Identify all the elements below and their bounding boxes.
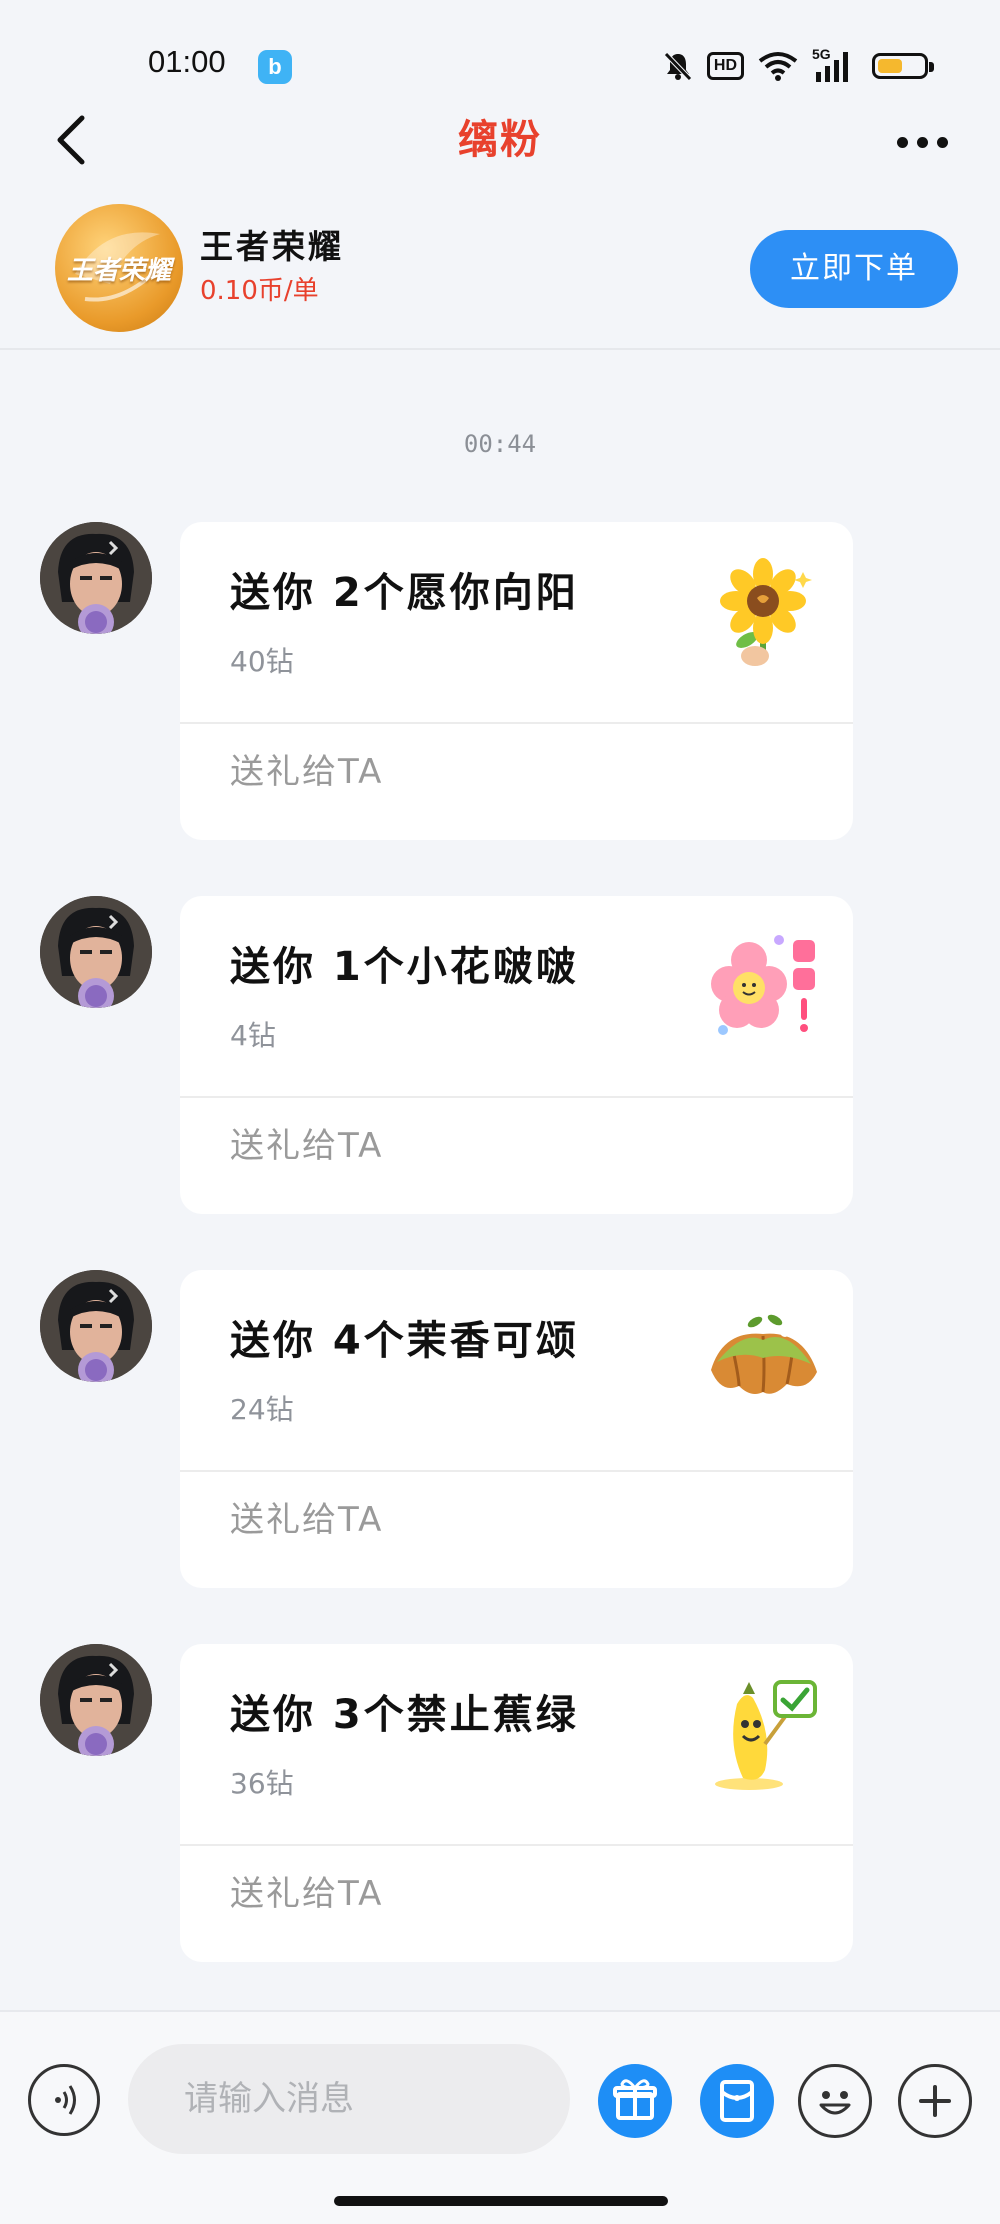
user-avatar-icon [40, 1270, 152, 1382]
smiley-icon [819, 2091, 851, 2115]
game-logo[interactable]: 王者荣耀 [55, 204, 183, 332]
chat-timestamp: 00:44 [463, 430, 537, 458]
gift-button[interactable] [598, 2064, 672, 2138]
send-gift-link[interactable]: 送礼给TA [230, 744, 383, 793]
avatar[interactable] [40, 1644, 152, 1756]
user-avatar-icon [40, 896, 152, 1008]
gift-title: 送你 4个茉香可颂 [230, 1318, 579, 1364]
gift-message-card[interactable]: 送你 2个愿你向阳 40钻 送礼给TA [180, 522, 853, 840]
user-avatar-icon [40, 1644, 152, 1756]
chat-message-list[interactable]: 00:44 送你 2个愿你向阳 40钻 送礼给TA 送你 1个小花啵啵 4钻 送… [0, 350, 1000, 2010]
gift-title: 送你 1个小花啵啵 [230, 944, 579, 990]
network-type-label: 5G [812, 46, 831, 62]
sunflower-icon [720, 558, 812, 666]
gift-price: 24钻 [230, 1393, 294, 1426]
game-name: 王者荣耀 [200, 227, 344, 266]
card-divider [180, 1096, 853, 1098]
bell-muted-icon [664, 52, 692, 81]
more-dot-icon [896, 136, 908, 148]
message-row: 送你 1个小花啵啵 4钻 送礼给TA [0, 896, 1000, 1214]
user-avatar-icon [40, 522, 152, 634]
more-actions-button[interactable] [898, 2064, 972, 2138]
card-divider [180, 1470, 853, 1472]
envelope-icon [720, 2080, 754, 2122]
avatar[interactable] [40, 1270, 152, 1382]
message-row: 送你 2个愿你向阳 40钻 送礼给TA [0, 522, 1000, 840]
gift-message-card[interactable]: 送你 3个禁止蕉绿 36钻 送礼给TA [180, 1644, 853, 1962]
status-bar: 01:00 b HD 5G [0, 0, 1000, 100]
croissant-icon [711, 1314, 817, 1394]
gift-price: 36钻 [230, 1767, 294, 1800]
order-price: 0.10币/单 [200, 276, 319, 306]
gift-price: 4钻 [230, 1019, 276, 1052]
message-input[interactable] [128, 2044, 570, 2154]
page-title: 缡粉 [458, 117, 542, 163]
more-dot-icon [916, 136, 928, 148]
more-dot-icon [936, 136, 948, 148]
pink-flower-icon [711, 935, 815, 1035]
cellular-signal-icon: 5G [812, 46, 858, 82]
send-gift-link[interactable]: 送礼给TA [230, 1866, 383, 1915]
emoji-button[interactable] [798, 2064, 872, 2138]
voice-icon [55, 2085, 76, 2115]
message-input-bar [0, 2010, 1000, 2224]
send-gift-link[interactable]: 送礼给TA [230, 1492, 383, 1541]
home-indicator[interactable] [334, 2196, 668, 2206]
voice-input-button[interactable] [28, 2064, 100, 2136]
gift-price: 40钻 [230, 645, 294, 678]
gift-message-card[interactable]: 送你 1个小花啵啵 4钻 送礼给TA [180, 896, 853, 1214]
send-gift-link[interactable]: 送礼给TA [230, 1118, 383, 1167]
gift-title: 送你 2个愿你向阳 [230, 570, 579, 616]
game-order-header: 王者荣耀 王者荣耀 0.10币/单 立即下单 [0, 190, 1000, 350]
banana-icon [715, 1680, 817, 1790]
logo-text: 王者荣耀 [66, 256, 171, 286]
status-icons: HD 5G [663, 46, 934, 86]
hd-icon: HD [706, 52, 744, 80]
card-divider [180, 1844, 853, 1846]
avatar[interactable] [40, 522, 152, 634]
wifi-icon [758, 52, 798, 81]
gift-icon [613, 2079, 657, 2120]
nav-bar: 缡粉 [0, 100, 1000, 180]
message-row: 送你 3个禁止蕉绿 36钻 送礼给TA [0, 1644, 1000, 1962]
message-row: 送你 4个茉香可颂 24钻 送礼给TA [0, 1270, 1000, 1588]
card-divider [180, 722, 853, 724]
battery-icon [872, 53, 934, 79]
red-packet-button[interactable] [700, 2064, 774, 2138]
gift-title: 送你 3个禁止蕉绿 [230, 1692, 579, 1738]
status-time: 01:00 [148, 44, 226, 79]
app-notification-icon: b [258, 50, 292, 84]
plus-icon [919, 2085, 951, 2117]
avatar[interactable] [40, 896, 152, 1008]
gift-message-card[interactable]: 送你 4个茉香可颂 24钻 送礼给TA [180, 1270, 853, 1588]
more-options-button[interactable] [882, 122, 962, 162]
place-order-button[interactable]: 立即下单 [750, 230, 958, 308]
